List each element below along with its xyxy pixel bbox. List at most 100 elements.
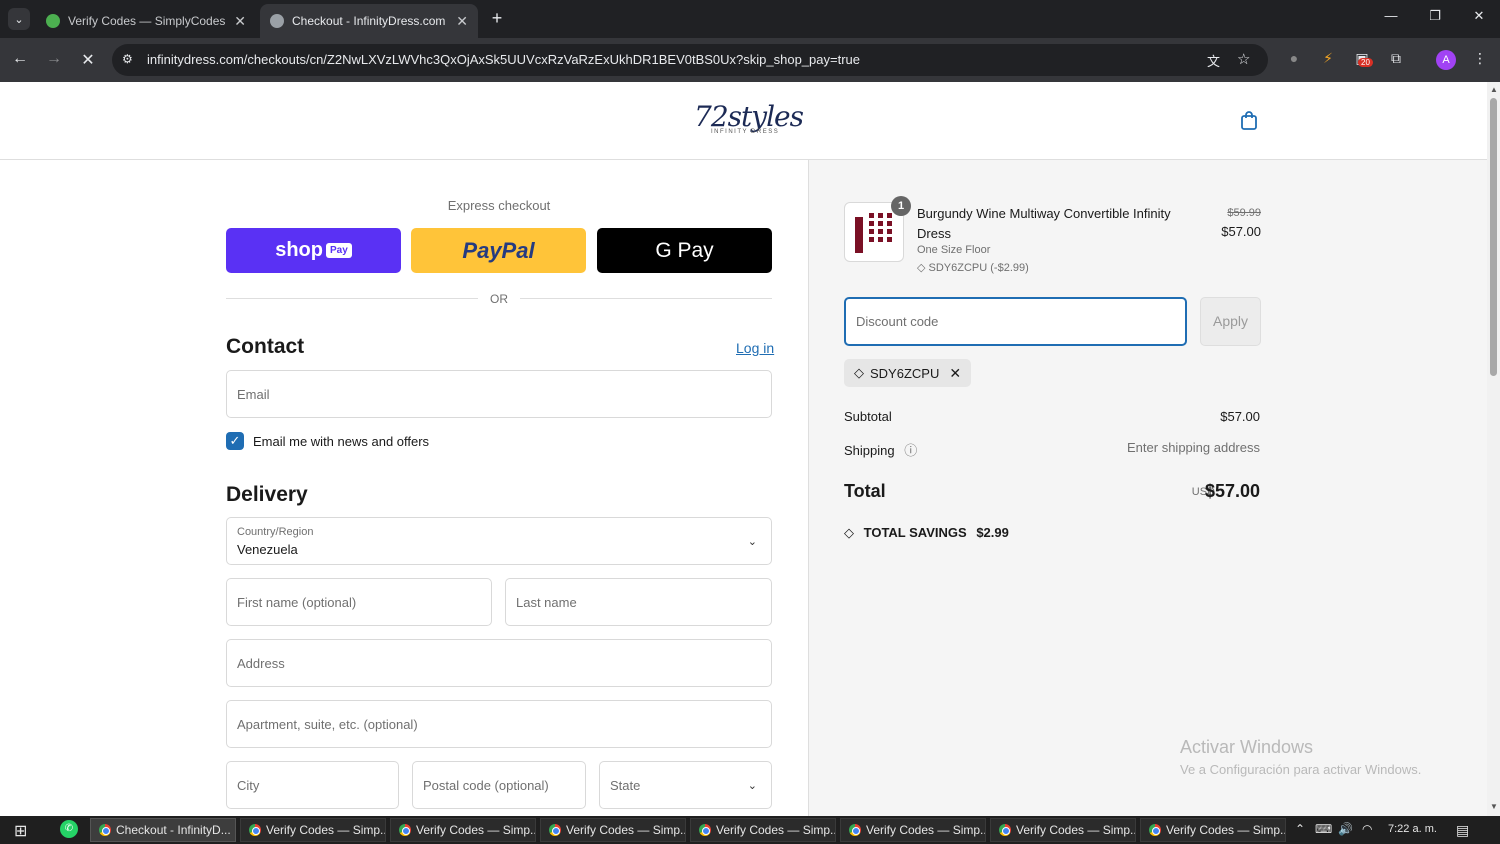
shipping-row-label: Shipping ⓘ xyxy=(844,440,917,459)
apartment-field[interactable]: Apartment, suite, etc. (optional) xyxy=(226,700,772,748)
newsletter-checkbox[interactable]: ✓ xyxy=(226,432,244,450)
login-link[interactable]: Log in xyxy=(736,340,774,356)
windows-activation-subtext: Ve a Configuración para activar Windows. xyxy=(1180,762,1422,777)
extensions-puzzle-icon[interactable]: ⧉ xyxy=(1386,50,1406,67)
close-tab-icon[interactable]: ✕ xyxy=(234,13,246,30)
infinitydress-favicon-icon xyxy=(270,14,284,28)
screen-extension-icon[interactable]: ▣ 20 xyxy=(1352,50,1373,67)
total-savings: ◇ TOTAL SAVINGS $2.99 xyxy=(844,525,1009,541)
notifications-icon[interactable]: ▤ xyxy=(1456,822,1469,839)
forward-arrow-icon[interactable]: → xyxy=(44,50,64,68)
tab-list-chevron-icon[interactable]: ⌄ xyxy=(8,8,30,30)
new-tab-plus-icon[interactable]: + xyxy=(487,8,507,29)
taskbar-item-label: Verify Codes — Simp... xyxy=(1166,823,1286,837)
total-label: Total xyxy=(844,481,886,501)
discount-code-input[interactable]: Discount code xyxy=(844,297,1187,346)
scroll-down-arrow-icon[interactable]: ▼ xyxy=(1490,802,1498,811)
profile-avatar[interactable]: A xyxy=(1436,50,1456,70)
savings-label: TOTAL SAVINGS xyxy=(863,525,967,540)
stop-loading-icon[interactable]: ✕ xyxy=(78,50,98,70)
windows-activation-watermark: Activar Windows xyxy=(1180,737,1314,757)
tag-icon: ◇ xyxy=(854,365,864,380)
tab-checkout[interactable]: Checkout - InfinityDress.com ✕ xyxy=(260,4,478,38)
system-clock[interactable]: 7:22 a. m. xyxy=(1388,823,1437,835)
chrome-icon xyxy=(699,824,711,836)
browser-menu-icon[interactable]: ⋮ xyxy=(1470,50,1490,67)
taskbar-item-verify-codes[interactable]: Verify Codes — Simp... xyxy=(540,818,686,842)
taskbar-item-verify-codes[interactable]: Verify Codes — Simp... xyxy=(840,818,986,842)
scrollbar-thumb[interactable] xyxy=(1490,98,1497,376)
discounted-price: $57.00 xyxy=(1221,224,1261,239)
applied-code: SDY6ZCPU xyxy=(870,365,940,381)
taskbar-item-label: Verify Codes — Simp... xyxy=(1016,823,1136,837)
simplycodes-extension-icon[interactable]: ⚡ xyxy=(1318,50,1338,67)
taskbar-item-checkout[interactable]: Checkout - InfinityD... xyxy=(90,818,236,842)
chrome-icon xyxy=(249,824,261,836)
browser-tab-bar: ⌄ Verify Codes — SimplyCodes ✕ Checkout … xyxy=(0,0,1500,38)
postal-code-placeholder: Postal code (optional) xyxy=(423,778,549,793)
divider xyxy=(226,298,478,299)
page-scrollbar[interactable]: ▲ ▼ xyxy=(1487,82,1500,816)
network-icon[interactable]: ⌨ xyxy=(1315,822,1332,836)
logo-subtitle: INFINITY DRESS xyxy=(711,129,780,135)
shopping-bag-icon[interactable] xyxy=(1240,110,1258,130)
or-separator: OR xyxy=(490,292,508,306)
postal-code-field[interactable]: Postal code (optional) xyxy=(412,761,586,809)
simplycodes-favicon-icon xyxy=(46,14,60,28)
email-field[interactable]: Email xyxy=(226,370,772,418)
minimize-icon[interactable]: — xyxy=(1376,8,1406,23)
info-question-icon[interactable]: ⓘ xyxy=(904,443,917,458)
paypal-button[interactable]: PayPal xyxy=(411,228,586,273)
extension-badge: 20 xyxy=(1358,58,1373,67)
windows-taskbar: ⊞ ✆ Checkout - InfinityD... Verify Codes… xyxy=(0,816,1500,844)
address-field[interactable]: Address xyxy=(226,639,772,687)
address-bar[interactable]: ⚙ infinitydress.com/checkouts/cn/Z2NwLXV… xyxy=(112,44,1268,76)
savings-value: $2.99 xyxy=(976,525,1009,540)
translate-icon[interactable]: 文 xyxy=(1207,51,1220,70)
taskbar-item-verify-codes[interactable]: Verify Codes — Simp... xyxy=(990,818,1136,842)
state-select[interactable]: State ⌄ xyxy=(599,761,772,809)
close-tab-icon[interactable]: ✕ xyxy=(456,13,468,30)
remove-discount-close-icon[interactable]: ✕ xyxy=(949,365,961,382)
site-info-icon[interactable]: ⚙ xyxy=(122,52,133,66)
restore-icon[interactable]: ❐ xyxy=(1420,8,1450,24)
extension-puzzle-dim-icon[interactable]: ● xyxy=(1284,50,1304,66)
taskbar-item-verify-codes[interactable]: Verify Codes — Simp... xyxy=(240,818,386,842)
taskbar-item-verify-codes[interactable]: Verify Codes — Simp... xyxy=(690,818,836,842)
google-pay-wordmark: G Pay xyxy=(655,238,714,262)
tag-icon: ◇ xyxy=(917,262,926,274)
subtotal-value: $57.00 xyxy=(1220,409,1260,424)
task-view-grid-icon[interactable]: ⊞ xyxy=(14,821,27,841)
whatsapp-icon[interactable]: ✆ xyxy=(60,820,78,838)
apply-button[interactable]: Apply xyxy=(1200,297,1261,346)
scroll-up-arrow-icon[interactable]: ▲ xyxy=(1490,85,1498,94)
tray-chevron-up-icon[interactable]: ⌃ xyxy=(1295,822,1305,836)
google-pay-button[interactable]: G Pay xyxy=(597,228,772,273)
volume-icon[interactable]: 🔊 xyxy=(1338,822,1353,836)
back-arrow-icon[interactable]: ← xyxy=(10,50,30,68)
url-text[interactable]: infinitydress.com/checkouts/cn/Z2NwLXVzL… xyxy=(147,52,860,67)
country-value: Venezuela xyxy=(237,542,298,557)
shop-pay-button[interactable]: shop Pay xyxy=(226,228,401,273)
wifi-icon[interactable]: ◠ xyxy=(1362,822,1372,836)
subtotal-label: Subtotal xyxy=(844,409,892,424)
express-checkout-label: Express checkout xyxy=(447,198,551,213)
taskbar-item-verify-codes[interactable]: Verify Codes — Simp... xyxy=(1140,818,1286,842)
close-window-icon[interactable]: ✕ xyxy=(1464,8,1494,24)
quantity-badge: 1 xyxy=(891,196,911,216)
last-name-field[interactable]: Last name xyxy=(505,578,772,626)
original-price: $59.99 xyxy=(1227,207,1261,219)
taskbar-item-verify-codes[interactable]: Verify Codes — Simp... xyxy=(390,818,536,842)
city-field[interactable]: City xyxy=(226,761,399,809)
country-select[interactable]: Country/Region Venezuela ⌄ xyxy=(226,517,772,565)
chrome-icon xyxy=(1149,824,1161,836)
tab-simplycodes[interactable]: Verify Codes — SimplyCodes ✕ xyxy=(36,4,256,38)
first-name-field[interactable]: First name (optional) xyxy=(226,578,492,626)
taskbar-item-label: Verify Codes — Simp... xyxy=(416,823,536,837)
first-name-placeholder: First name (optional) xyxy=(237,595,357,610)
chrome-icon xyxy=(549,824,561,836)
country-label: Country/Region xyxy=(237,526,314,538)
tag-icon: ◇ xyxy=(844,525,854,540)
bookmark-star-icon[interactable]: ☆ xyxy=(1237,50,1250,68)
paypal-wordmark: PayPal xyxy=(462,237,535,263)
